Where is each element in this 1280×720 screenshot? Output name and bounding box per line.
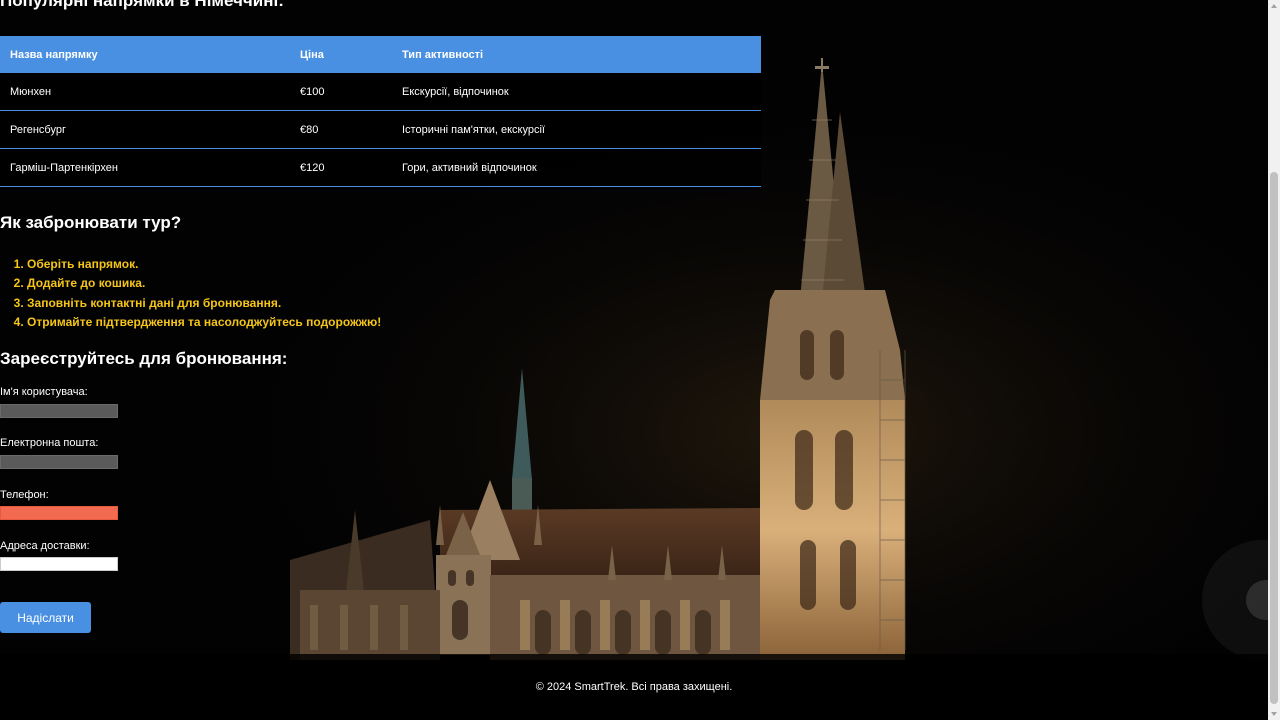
list-item: Отримайте підтвердження та насолоджуйтес…	[27, 313, 381, 332]
list-item: Оберіть напрямок.	[27, 255, 381, 274]
cell-activity: Гори, активний відпочинок	[392, 148, 761, 187]
chevron-up-icon[interactable]	[1271, 4, 1277, 8]
cell-price: €80	[290, 110, 392, 149]
column-header-destination: Назва напрямку	[0, 36, 290, 73]
table-header-row: Назва напрямку Ціна Тип активності	[0, 36, 761, 73]
address-input[interactable]	[0, 557, 118, 571]
cell-activity: Екскурсії, відпочинок	[392, 73, 761, 111]
cell-price: €120	[290, 148, 392, 187]
register-heading: Зареєструйтесь для бронювання:	[0, 349, 288, 368]
popular-destinations-heading: Популярні напрямки в Німеччині:	[0, 0, 284, 10]
how-to-book-heading: Як забронювати тур?	[0, 213, 182, 232]
column-header-price: Ціна	[290, 36, 392, 73]
cell-destination: Регенсбург	[0, 110, 290, 149]
page: Популярні напрямки в Німеччині: Назва на…	[0, 0, 1280, 720]
table-row: Регенсбург €80 Історичні пам'ятки, екску…	[0, 110, 761, 149]
cell-destination: Гарміш-Партенкірхен	[0, 148, 290, 187]
list-item: Додайте до кошика.	[27, 274, 381, 293]
booking-steps-list: Оберіть напрямок. Додайте до кошика. Зап…	[0, 255, 381, 332]
list-item: Заповніть контактні дані для бронювання.	[27, 294, 381, 313]
cell-price: €100	[290, 73, 392, 111]
username-label: Ім'я користувача:	[0, 386, 88, 398]
table-row: Мюнхен €100 Екскурсії, відпочинок	[0, 73, 761, 111]
address-label: Адреса доставки:	[0, 540, 90, 552]
vertical-scrollbar[interactable]	[1268, 0, 1280, 720]
cell-destination: Мюнхен	[0, 73, 290, 111]
phone-label: Телефон:	[0, 489, 49, 501]
footer-copyright: © 2024 SmartTrek. Всі права захищені.	[535, 681, 733, 693]
footer: © 2024 SmartTrek. Всі права захищені.	[0, 654, 1268, 720]
table-row: Гарміш-Партенкірхен €120 Гори, активний …	[0, 148, 761, 187]
chevron-down-icon[interactable]	[1271, 712, 1277, 716]
email-input[interactable]	[0, 455, 118, 469]
column-header-activity: Тип активності	[392, 36, 761, 73]
scrollbar-thumb[interactable]	[1270, 172, 1278, 704]
cell-activity: Історичні пам'ятки, екскурсії	[392, 110, 761, 149]
destinations-table: Назва напрямку Ціна Тип активності Мюнхе…	[0, 36, 761, 187]
submit-button[interactable]: Надіслати	[0, 602, 91, 633]
phone-input[interactable]	[0, 506, 118, 520]
email-label: Електронна пошта:	[0, 437, 99, 449]
username-input[interactable]	[0, 404, 118, 418]
